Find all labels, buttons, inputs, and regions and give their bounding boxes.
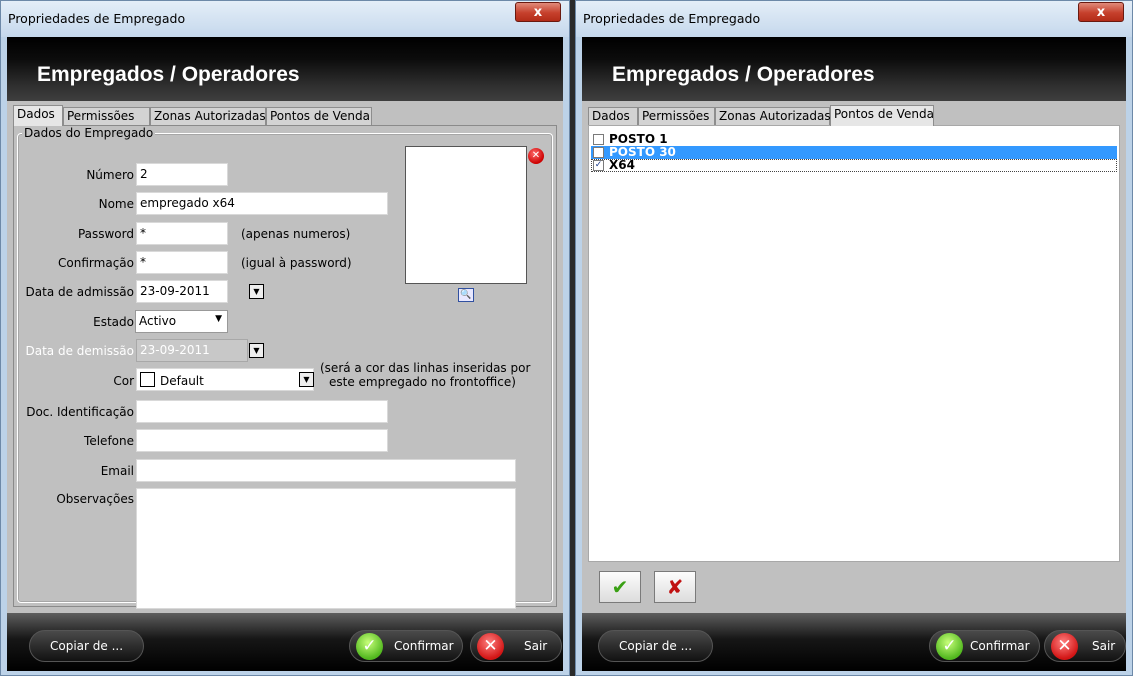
header-banner: Empregados / Operadores: [582, 37, 1126, 101]
estado-select[interactable]: Activo ▼: [135, 310, 228, 333]
admissao-date-field[interactable]: 23-09-2011: [136, 280, 228, 303]
demissao-label: Data de demissão: [25, 344, 134, 358]
accept-check-button[interactable]: ✔: [599, 571, 641, 603]
password-field[interactable]: *: [136, 222, 228, 245]
confirmacao-field[interactable]: *: [136, 251, 228, 274]
checkbox[interactable]: [593, 134, 604, 145]
exit-label: Sair: [1092, 639, 1116, 653]
tab-dados[interactable]: Dados: [13, 105, 63, 126]
email-label: Email: [100, 464, 134, 478]
tab-zonas-autorizadas[interactable]: Zonas Autorizadas: [150, 107, 266, 125]
demissao-calendar-dropdown-icon: ▼: [249, 343, 264, 358]
cor-hint-line1: (será a cor das linhas inseridas por: [320, 361, 531, 375]
remove-photo-icon[interactable]: ✕: [528, 148, 544, 164]
list-item[interactable]: POSTO 30: [591, 146, 1117, 159]
cor-hint-line2: este empregado no frontoffice): [329, 375, 516, 389]
tab-permissoes[interactable]: Permissões: [63, 107, 150, 125]
observacoes-textarea[interactable]: [136, 488, 516, 609]
header-banner: Empregados / Operadores: [7, 37, 563, 101]
tab-pontos-de-venda[interactable]: Pontos de Venda: [266, 107, 372, 125]
email-field[interactable]: [136, 459, 516, 482]
header-title: Empregados / Operadores: [37, 63, 300, 86]
photo-box[interactable]: [405, 146, 527, 284]
footer-bar: Copiar de ... ✓ Confirmar ✕ Sair: [582, 613, 1126, 671]
confirm-label: Confirmar: [394, 639, 454, 653]
estado-label: Estado: [93, 315, 134, 329]
cor-label: Cor: [113, 374, 134, 388]
copy-from-button[interactable]: Copiar de ...: [29, 630, 144, 662]
cor-value: Default: [160, 374, 204, 388]
reject-x-button[interactable]: ✘: [654, 571, 696, 603]
confirmacao-hint: (igual à password): [241, 256, 352, 270]
password-hint: (apenas numeros): [241, 227, 351, 241]
checkbox[interactable]: [593, 147, 604, 158]
zoom-photo-icon[interactable]: 🔍: [458, 288, 474, 302]
exit-label: Sair: [524, 639, 548, 653]
admissao-label: Data de admissão: [25, 285, 134, 299]
observacoes-label: Observações: [56, 492, 134, 506]
right-window: Propriedades de Empregado x Empregados /…: [575, 0, 1133, 676]
tab-pontos-de-venda[interactable]: Pontos de Venda: [830, 105, 934, 126]
chevron-down-icon: ▼: [215, 314, 222, 324]
group-title: Dados do Empregado: [22, 126, 156, 140]
right-titlebar[interactable]: Propriedades de Empregado x: [576, 1, 1132, 37]
client-area: Dados Permissões Zonas Autorizadas Ponto…: [7, 101, 563, 613]
tab-permissoes[interactable]: Permissões: [638, 107, 715, 125]
estado-value: Activo: [139, 314, 177, 328]
checkmark-icon: ✓: [356, 633, 383, 660]
window-title: Propriedades de Empregado: [583, 11, 761, 26]
numero-field[interactable]: 2: [136, 163, 228, 186]
nome-label: Nome: [98, 197, 134, 211]
close-button[interactable]: x: [1078, 2, 1124, 22]
demissao-date-field: 23-09-2011: [136, 339, 248, 362]
doc-label: Doc. Identificação: [26, 405, 134, 419]
exit-button[interactable]: ✕ Sair: [470, 630, 562, 662]
left-window: Propriedades de Empregado x Empregados /…: [0, 0, 570, 676]
color-swatch: [140, 372, 155, 387]
confirmacao-label: Confirmação: [58, 256, 134, 270]
numero-label: Número: [86, 168, 134, 182]
x-circle-icon: ✕: [477, 633, 504, 660]
admissao-calendar-dropdown-icon[interactable]: ▼: [249, 284, 264, 299]
window-title: Propriedades de Empregado: [8, 11, 186, 26]
checkmark-icon: ✓: [936, 633, 963, 660]
doc-field[interactable]: [136, 400, 388, 423]
header-title: Empregados / Operadores: [612, 63, 875, 86]
tab-dados[interactable]: Dados: [588, 107, 638, 125]
checkbox-checked[interactable]: ✓: [593, 160, 604, 171]
cor-dropdown-icon[interactable]: ▼: [299, 372, 314, 387]
dados-panel: Dados do Empregado Número 2 Nome emprega…: [13, 125, 557, 609]
copy-from-button[interactable]: Copiar de ...: [598, 630, 713, 662]
confirm-label: Confirmar: [970, 639, 1030, 653]
client-area: Dados Permissões Zonas Autorizadas Ponto…: [582, 101, 1126, 613]
nome-field[interactable]: empregado x64: [136, 192, 388, 215]
tab-zonas-autorizadas[interactable]: Zonas Autorizadas: [715, 107, 831, 125]
x-circle-icon: ✕: [1051, 633, 1078, 660]
close-button[interactable]: x: [515, 2, 561, 22]
exit-button[interactable]: ✕ Sair: [1044, 630, 1126, 662]
employee-data-group: Dados do Empregado Número 2 Nome emprega…: [17, 126, 553, 609]
telefone-field[interactable]: [136, 429, 388, 452]
pontos-de-venda-list[interactable]: POSTO 1 POSTO 30 ✓ X64: [588, 125, 1120, 562]
confirm-button[interactable]: ✓ Confirmar: [349, 630, 463, 662]
list-item[interactable]: ✓ X64: [591, 159, 1117, 172]
password-label: Password: [77, 227, 134, 241]
confirm-button[interactable]: ✓ Confirmar: [929, 630, 1040, 662]
telefone-label: Telefone: [84, 434, 134, 448]
footer-bar: Copiar de ... ✓ Confirmar ✕ Sair: [7, 613, 563, 671]
left-titlebar[interactable]: Propriedades de Empregado x: [1, 1, 569, 37]
cor-select[interactable]: Default: [136, 368, 314, 391]
